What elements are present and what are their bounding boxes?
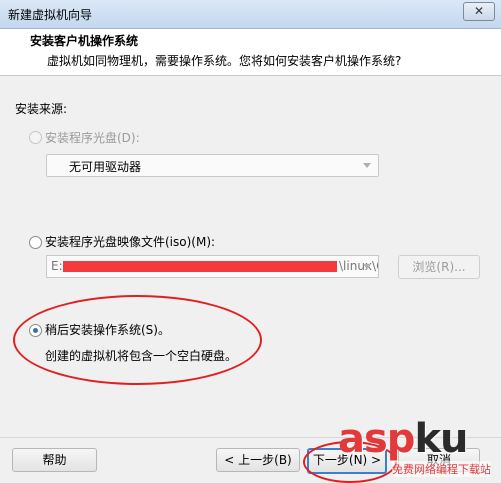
optical-disc-radio[interactable] (29, 131, 42, 144)
install-later-description: 创建的虚拟机将包含一个空白硬盘。 (45, 349, 238, 363)
wizard-header: 安装客户机操作系统 虚拟机如同物理机，需要操作系统。您将如何安装客户机操作系统? (0, 29, 501, 76)
browse-button[interactable]: 浏览(R)... (398, 255, 480, 279)
install-source-label: 安装来源: (15, 102, 68, 116)
chevron-down-icon (363, 264, 371, 269)
iso-file-label: 安装程序光盘映像文件(iso)(M): (45, 235, 216, 249)
close-button[interactable]: ✕ (463, 2, 495, 21)
page-subtitle: 虚拟机如同物理机，需要操作系统。您将如何安装客户机操作系统? (47, 54, 402, 68)
watermark-caption: 免费网络编程下载站 (392, 461, 491, 477)
optical-drive-select[interactable]: 无可用驱动器 (46, 154, 379, 177)
iso-path-suffix: \linux\CentO (339, 259, 378, 273)
watermark-asp: asp (338, 416, 415, 462)
watermark-ku: ku (414, 416, 468, 462)
iso-path-select[interactable]: E: \linux\CentO (46, 255, 379, 278)
optical-drive-value: 无可用驱动器 (69, 160, 142, 174)
watermark-logo: aspku (338, 416, 469, 462)
back-button[interactable]: < 上一步(B) (216, 448, 300, 472)
page-title: 安装客户机操作系统 (30, 34, 139, 48)
iso-file-radio[interactable] (29, 236, 42, 249)
help-button[interactable]: 帮助 (12, 448, 97, 472)
install-later-radio[interactable] (29, 324, 42, 337)
annotation-ellipse (13, 295, 262, 385)
optical-disc-label: 安装程序光盘(D): (45, 131, 140, 145)
close-icon: ✕ (473, 4, 485, 18)
redacted-path-segment (63, 261, 337, 272)
install-later-label: 稍后安装操作系统(S)。 (45, 323, 170, 337)
title-bar: 新建虚拟机向导 ✕ (0, 0, 501, 29)
chevron-down-icon (363, 163, 371, 168)
iso-path-prefix: E: (51, 259, 63, 273)
radio-selected-dot (33, 328, 38, 333)
window-title: 新建虚拟机向导 (8, 8, 93, 22)
